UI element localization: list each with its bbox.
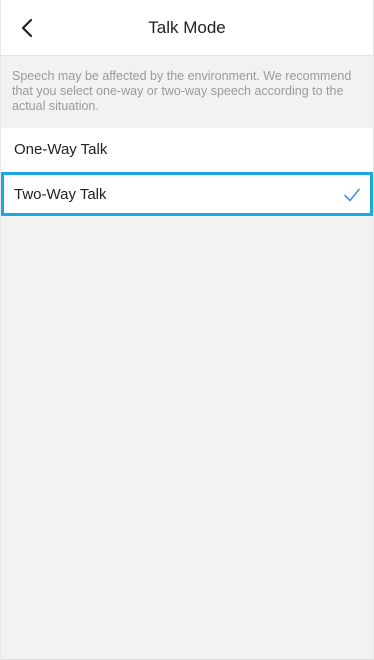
talk-mode-screen: Talk Mode Speech may be affected by the … [0, 0, 374, 660]
option-label: One-Way Talk [14, 141, 108, 158]
page-title: Talk Mode [148, 18, 226, 37]
option-one-way-talk[interactable]: One-Way Talk [1, 128, 373, 172]
back-button[interactable] [15, 16, 39, 40]
option-label: Two-Way Talk [14, 186, 107, 203]
empty-content-area [1, 218, 373, 659]
chevron-left-icon [21, 18, 33, 38]
navigation-bar: Talk Mode [1, 0, 373, 56]
talk-mode-options: One-Way Talk Two-Way Talk [1, 128, 373, 216]
checkmark-icon [344, 188, 360, 202]
speech-notice-text: Speech may be affected by the environmen… [1, 57, 373, 128]
option-two-way-talk[interactable]: Two-Way Talk [1, 172, 373, 216]
